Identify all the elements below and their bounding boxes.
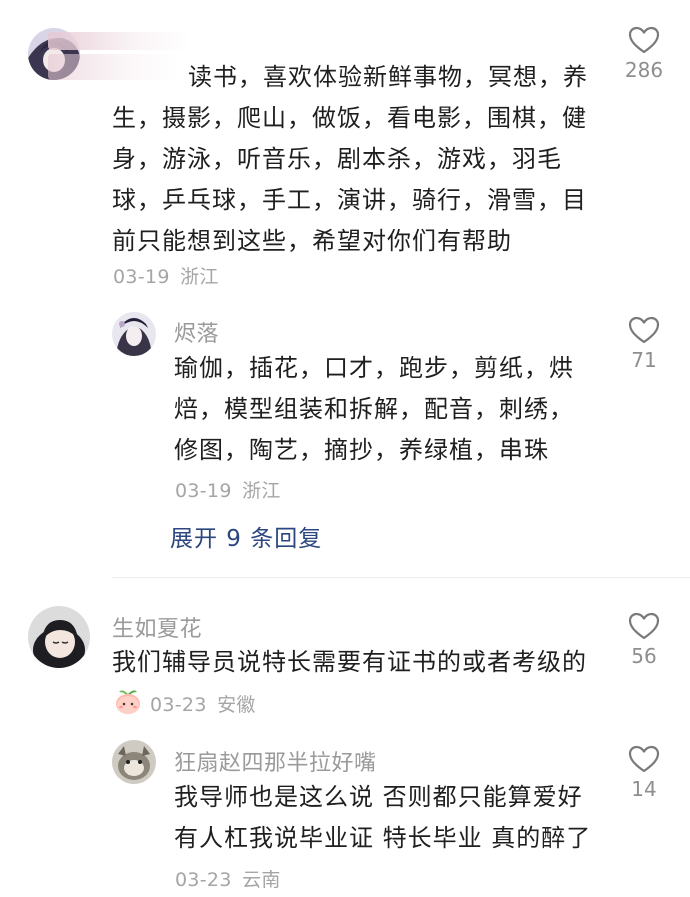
avatar[interactable]: [28, 606, 90, 668]
like-button[interactable]: 14: [614, 745, 674, 801]
reply-date: 03-19: [175, 480, 232, 502]
blurred-nickname: [48, 32, 188, 50]
reply-text: 瑜伽，插花，口才，跑步，剪纸，烘 焙，模型组装和拆解，配音，刺绣， 修图，陶艺，…: [174, 348, 604, 471]
comment-text: 我们辅导员说特长需要有证书的或者考级的: [112, 648, 587, 676]
comment-line: 读书，喜欢体验新鲜事物，冥想，养: [188, 63, 588, 91]
reply-location: 云南: [242, 869, 281, 891]
heart-outline-icon: [628, 745, 660, 773]
comment-location: 浙江: [180, 266, 219, 288]
reply-line: 瑜伽，插花，口才，跑步，剪纸，烘: [174, 354, 574, 382]
reply-line: 我导师也是这么说 否则都只能算爱好: [174, 783, 583, 811]
heart-outline-icon: [628, 26, 660, 54]
comment-nickname[interactable]: 生如夏花: [112, 611, 202, 643]
reply-meta: 03-19 浙江: [175, 476, 281, 503]
comment-divider: [112, 577, 690, 578]
comment-date: 03-19: [113, 266, 170, 288]
like-button[interactable]: 286: [614, 26, 674, 82]
reply-line: 修图，陶艺，摘抄，养绿植，串珠: [174, 436, 549, 464]
comment-line: 球，乒乓球，手工，演讲，骑行，滑雪，目: [112, 186, 587, 214]
reply-nickname[interactable]: 狂扇赵四那半拉好嘴: [174, 745, 377, 777]
like-button[interactable]: 56: [614, 612, 674, 668]
like-button[interactable]: 71: [614, 316, 674, 372]
comment-location: 安徽: [217, 694, 256, 716]
heart-outline-icon: [628, 612, 660, 640]
reply-location: 浙江: [242, 480, 281, 502]
reply-nickname[interactable]: 烬落: [174, 316, 219, 348]
reply-line: 焙，模型组装和拆解，配音，刺绣，: [174, 395, 574, 423]
peach-emoji-icon: [116, 690, 140, 714]
reply-meta: 03-23 云南: [175, 865, 281, 892]
like-count: 286: [624, 58, 664, 82]
avatar[interactable]: [112, 312, 156, 356]
comment-date: 03-23: [150, 694, 207, 716]
comment-line: 前只能想到这些，希望对你们有帮助: [112, 227, 512, 255]
heart-outline-icon: [628, 316, 660, 344]
comment-line: 生，摄影，爬山，做饭，看电影，围棋，健: [112, 104, 587, 132]
comment-text: 读书，喜欢体验新鲜事物，冥想，养 生，摄影，爬山，做饭，看电影，围棋，健 身，游…: [112, 57, 612, 262]
like-count: 14: [631, 777, 657, 801]
comment-line: 身，游泳，听音乐，剧本杀，游戏，羽毛: [112, 145, 562, 173]
like-count: 56: [631, 644, 657, 668]
like-count: 71: [631, 348, 657, 372]
reply-date: 03-23: [175, 869, 232, 891]
reply-text: 我导师也是这么说 否则都只能算爱好 有人杠我说毕业证 特长毕业 真的醉了: [174, 777, 614, 859]
avatar[interactable]: [112, 740, 156, 784]
comment-meta: 03-23 安徽: [150, 690, 256, 717]
reply-line: 有人杠我说毕业证 特长毕业 真的醉了: [174, 824, 592, 852]
comment-meta: 03-19 浙江: [113, 262, 219, 289]
expand-replies-button[interactable]: 展开 9 条回复: [170, 519, 322, 553]
